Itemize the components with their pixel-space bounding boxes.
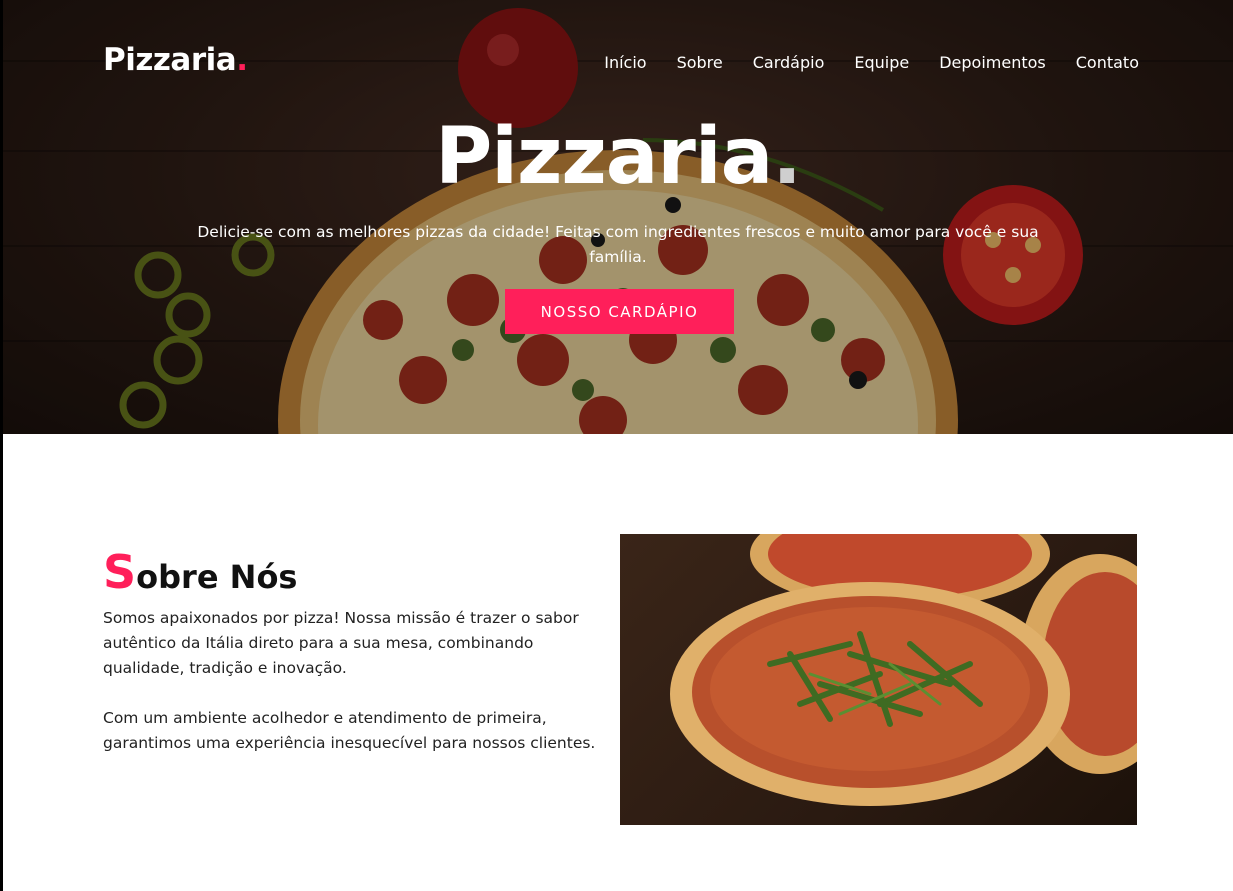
hero-content: Pizzaria. Delicie-se com as melhores piz…: [3, 0, 1233, 434]
about-paragraph: Somos apaixonados por pizza! Nossa missã…: [103, 609, 579, 677]
about-pizza-image: [620, 534, 1137, 825]
about-paragraph: Com um ambiente acolhedor e atendimento …: [103, 709, 596, 752]
about-title: Sobre Nós: [103, 545, 297, 599]
about-title-rest: obre Nós: [136, 558, 298, 596]
about-text: Somos apaixonados por pizza! Nossa missã…: [103, 606, 613, 756]
about-title-initial: S: [103, 545, 137, 599]
hero-title-dot: .: [772, 112, 802, 202]
hero-section: Pizzaria. Início Sobre Cardápio Equipe D…: [3, 0, 1233, 434]
about-pizza-illustration: [670, 534, 1137, 806]
hero-title-text: Pizzaria: [435, 112, 773, 202]
hero-title: Pizzaria.: [3, 112, 1233, 202]
menu-cta-button[interactable]: NOSSO CARDÁPIO: [505, 289, 734, 334]
window-edge: [0, 0, 3, 891]
hero-subtitle: Delicie-se com as melhores pizzas da cid…: [197, 223, 1039, 266]
